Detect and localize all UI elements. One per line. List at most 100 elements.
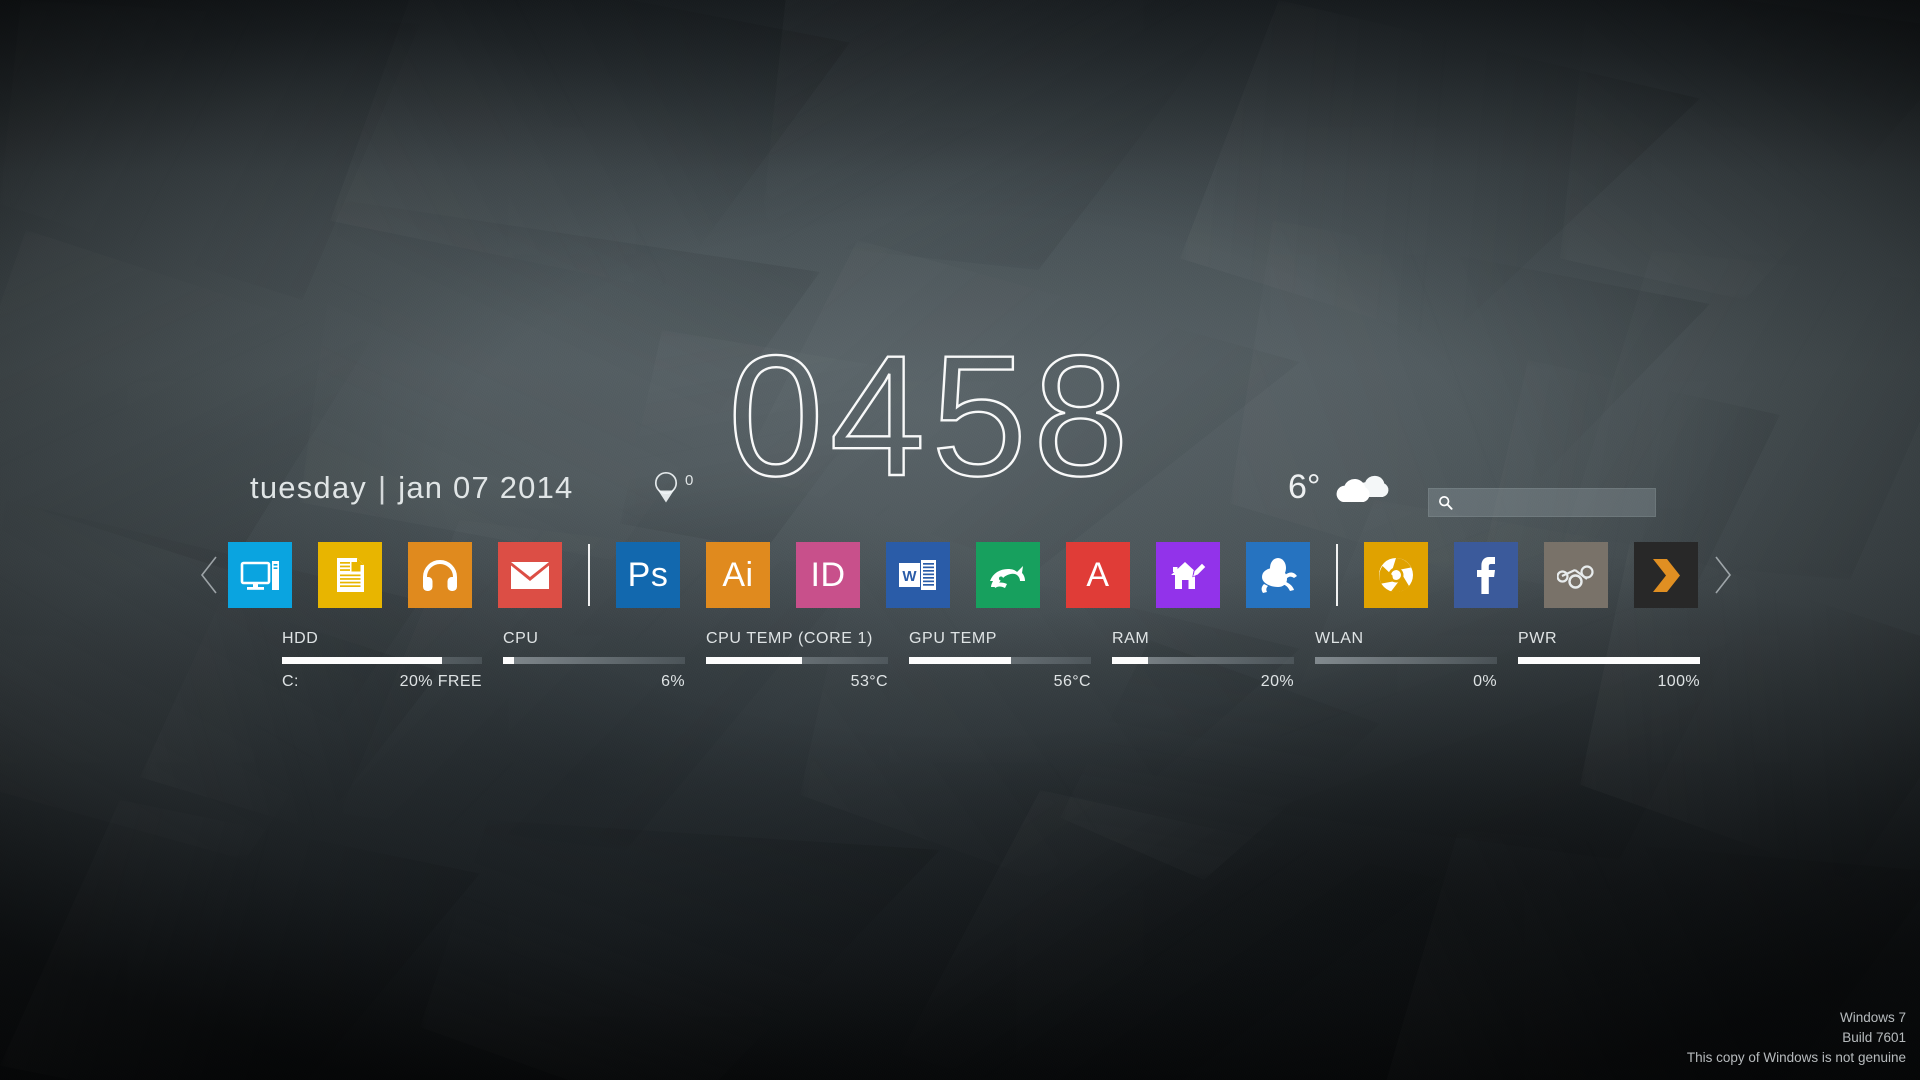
monitor-icon bbox=[240, 561, 279, 590]
monitor-progress-fill bbox=[282, 657, 442, 664]
monitor-label: WLAN bbox=[1315, 630, 1364, 647]
dock-divider bbox=[588, 544, 590, 606]
chrome-icon bbox=[1379, 558, 1413, 593]
dock-divider bbox=[1336, 544, 1338, 606]
search-input[interactable] bbox=[1460, 495, 1640, 510]
monitor-cpu: CPU 6% bbox=[503, 630, 685, 691]
monitor-progress-track bbox=[1315, 657, 1497, 664]
monitor-cpu-temp-core-1: CPU TEMP (CORE 1) 53°C bbox=[706, 630, 888, 691]
dock-item-label: Ai bbox=[722, 556, 754, 594]
monitor-progress-fill bbox=[1518, 657, 1700, 664]
search-icon bbox=[1439, 496, 1453, 510]
dock-item-word[interactable]: W bbox=[886, 542, 950, 608]
monitor-label: CPU bbox=[503, 630, 539, 647]
monitor-progress-track bbox=[503, 657, 685, 664]
application-dock: Ps Ai ID W A bbox=[196, 539, 1736, 611]
monitor-value-right: 100% bbox=[1657, 673, 1700, 690]
chevron-right-icon bbox=[1715, 556, 1732, 594]
dock-item-homedesign[interactable] bbox=[1156, 542, 1220, 608]
dock-item-chrome[interactable] bbox=[1364, 542, 1428, 608]
dock-item-label: Ps bbox=[627, 556, 669, 594]
dock-item-photoshop[interactable]: Ps bbox=[616, 542, 680, 608]
dock-item-autodesk[interactable]: A bbox=[1066, 542, 1130, 608]
watermark-line-1: Windows 7 bbox=[1839, 1010, 1906, 1026]
dock-item-steam[interactable] bbox=[1544, 542, 1608, 608]
desktop-wallpaper: 0458 tuesday | jan 07 2014 0 6° Ps Ai ID… bbox=[0, 0, 1920, 1080]
dock-item-label: ID bbox=[810, 556, 846, 594]
monitor-label: CPU TEMP (CORE 1) bbox=[706, 630, 873, 647]
date-separator: | bbox=[377, 470, 388, 505]
frog-icon bbox=[1261, 557, 1297, 593]
monitor-progress-fill bbox=[503, 657, 514, 664]
clock-time: 0458 bbox=[727, 320, 1135, 512]
dock-item-plex[interactable] bbox=[1634, 542, 1698, 608]
monitor-pwr: PWR 100% bbox=[1518, 630, 1700, 691]
monitor-hdd: HDD C: 20% FREE bbox=[282, 630, 482, 691]
windows-watermark: Windows 7 Build 7601 This copy of Window… bbox=[1687, 1008, 1906, 1068]
system-monitor-group: HDD C: 20% FREE CPU 6% CPU TEMP (CORE 1) 53°C G… bbox=[282, 630, 1721, 691]
dock-item-documents[interactable] bbox=[318, 542, 382, 608]
monitor-label: HDD bbox=[282, 630, 319, 647]
dock-item-indesign[interactable]: ID bbox=[796, 542, 860, 608]
monitor-progress-track bbox=[1518, 657, 1700, 664]
monitor-value-right: 20% FREE bbox=[399, 673, 482, 690]
plex-icon bbox=[1652, 558, 1680, 592]
monitor-gpu-temp: GPU TEMP 56°C bbox=[909, 630, 1091, 691]
monitor-footer: 100% bbox=[1518, 673, 1700, 691]
monitor-value-right: 0% bbox=[1473, 673, 1497, 690]
monitor-progress-fill bbox=[706, 657, 803, 664]
dock-item-computer[interactable] bbox=[228, 542, 292, 608]
watermark-line-3: This copy of Windows is not genuine bbox=[1686, 1050, 1906, 1066]
dock-item-music[interactable] bbox=[408, 542, 472, 608]
dock-prev-button[interactable] bbox=[196, 539, 222, 611]
dock-item-label: A bbox=[1086, 556, 1110, 594]
location-value: 0 bbox=[685, 472, 694, 489]
dock-item-gmail[interactable] bbox=[498, 542, 562, 608]
chevron-left-icon bbox=[200, 556, 217, 594]
weekday-label: tuesday bbox=[250, 470, 367, 505]
monitor-progress-track bbox=[909, 657, 1091, 664]
watermark-line-2: Build 7601 bbox=[1842, 1030, 1906, 1046]
dock-item-rhino[interactable] bbox=[976, 542, 1040, 608]
document-icon bbox=[336, 557, 364, 592]
search-bar[interactable] bbox=[1428, 488, 1656, 517]
weather-temperature: 6° bbox=[1288, 468, 1321, 506]
rhino-icon bbox=[990, 566, 1025, 588]
monitor-footer: 56°C bbox=[909, 673, 1091, 691]
date-display: tuesday | jan 07 2014 bbox=[250, 470, 574, 506]
dock-item-facebook[interactable] bbox=[1454, 542, 1518, 608]
partly-cloudy-icon bbox=[1336, 475, 1388, 502]
weather-widget: 6° bbox=[1288, 468, 1390, 507]
monitor-progress-fill bbox=[1112, 657, 1149, 664]
dock-item-frog[interactable] bbox=[1246, 542, 1310, 608]
monitor-wlan: WLAN 0% bbox=[1315, 630, 1497, 691]
date-label: jan 07 2014 bbox=[398, 470, 574, 505]
monitor-footer: 0% bbox=[1315, 673, 1497, 691]
monitor-footer: C: 20% FREE bbox=[282, 673, 482, 691]
monitor-label: PWR bbox=[1518, 630, 1558, 647]
monitor-value-right: 53°C bbox=[850, 673, 888, 690]
dock-next-button[interactable] bbox=[1710, 539, 1736, 611]
word-icon: W bbox=[899, 559, 936, 590]
monitor-progress-track bbox=[706, 657, 888, 664]
monitor-progress-track bbox=[1112, 657, 1294, 664]
monitor-value-left: C: bbox=[282, 673, 299, 690]
house-pencil-icon bbox=[1170, 562, 1207, 589]
monitor-progress-track bbox=[282, 657, 482, 664]
dock-item-illustrator[interactable]: Ai bbox=[706, 542, 770, 608]
monitor-footer: 6% bbox=[503, 673, 685, 691]
location-widget: 0 bbox=[653, 470, 693, 504]
headphones-icon bbox=[423, 560, 457, 591]
monitor-footer: 53°C bbox=[706, 673, 888, 691]
monitor-value-right: 20% bbox=[1260, 673, 1294, 690]
monitor-progress-fill bbox=[909, 657, 1011, 664]
facebook-icon bbox=[1477, 556, 1495, 594]
svg-text:W: W bbox=[902, 568, 917, 585]
steam-icon bbox=[1557, 565, 1594, 589]
monitor-label: GPU TEMP bbox=[909, 630, 998, 647]
envelope-icon bbox=[511, 561, 549, 589]
monitor-footer: 20% bbox=[1112, 673, 1294, 691]
location-pin-icon bbox=[654, 471, 678, 503]
monitor-value-right: 56°C bbox=[1053, 673, 1091, 690]
monitor-label: RAM bbox=[1112, 630, 1150, 647]
